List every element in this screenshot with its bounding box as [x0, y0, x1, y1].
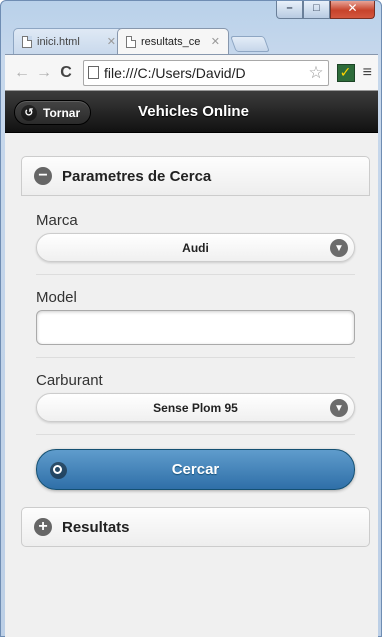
url-text[interactable]: file:///C:/Users/David/D: [104, 65, 306, 81]
marca-label: Marca: [36, 212, 78, 229]
chevron-down-icon: ▼: [330, 399, 348, 417]
page-title: Vehicles Online: [138, 103, 249, 120]
browser-toolbar: ← → C file:///C:/Users/David/D ☆ ≡: [5, 54, 378, 90]
search-collapsible-header[interactable]: − Parametres de Cerca: [21, 156, 370, 196]
tab-close-icon[interactable]: ✕: [107, 35, 116, 48]
search-form: Marca Audi ▼ Model Carburant Sense Plom …: [21, 196, 370, 490]
results-collapsible-title: Resultats: [62, 518, 130, 536]
chevron-down-icon: ▼: [330, 239, 348, 257]
search-button[interactable]: Cercar: [36, 449, 355, 490]
divider: [36, 434, 355, 435]
minimize-button[interactable]: –: [276, 1, 303, 19]
menu-icon[interactable]: ≡: [363, 64, 372, 82]
carburant-select-value: Sense Plom 95: [153, 400, 238, 415]
document-icon: [126, 35, 136, 48]
app-header: ↺ Tornar Vehicles Online: [5, 91, 378, 133]
tab-close-icon[interactable]: ✕: [211, 35, 220, 48]
document-icon: [22, 35, 32, 48]
tab-strip: inici.html ✕ resultats_ce ✕: [13, 26, 270, 54]
extension-icon[interactable]: [336, 63, 355, 82]
plus-icon: +: [34, 518, 52, 536]
results-collapsible-header[interactable]: + Resultats: [21, 507, 370, 547]
tab-title: inici.html: [37, 35, 80, 48]
bookmark-star-icon[interactable]: ☆: [308, 63, 323, 83]
tab-title: resultats_ce: [141, 35, 201, 48]
search-collapsible: − Parametres de Cerca Marca Audi ▼ Model…: [21, 156, 370, 490]
maximize-button[interactable]: □: [303, 1, 330, 19]
forward-arrow-icon[interactable]: →: [33, 64, 55, 82]
marca-select[interactable]: Audi ▼: [36, 233, 355, 262]
divider: [36, 357, 355, 358]
marca-select-value: Audi: [182, 240, 209, 255]
page-icon: [88, 66, 99, 79]
window-controls: – □ ✕: [276, 1, 375, 19]
back-arrow-icon[interactable]: ←: [11, 64, 33, 82]
close-window-button[interactable]: ✕: [330, 1, 375, 19]
carburant-select[interactable]: Sense Plom 95 ▼: [36, 393, 355, 422]
model-label: Model: [36, 289, 77, 306]
address-bar[interactable]: file:///C:/Users/David/D ☆: [83, 59, 329, 86]
search-icon: [50, 462, 67, 479]
maximize-icon: □: [313, 2, 320, 14]
search-button-label: Cercar: [171, 461, 220, 478]
browser-window: – □ ✕ inici.html ✕ resultats_ce ✕ ← → C …: [0, 0, 382, 637]
reload-icon[interactable]: C: [55, 64, 77, 82]
tab-resultats[interactable]: resultats_ce ✕: [117, 28, 229, 54]
results-collapsible: + Resultats: [21, 507, 370, 547]
page-content: ↺ Tornar Vehicles Online − Parametres de…: [5, 90, 378, 637]
search-collapsible-title: Parametres de Cerca: [62, 167, 212, 185]
close-icon: ✕: [347, 1, 358, 15]
minimize-icon: –: [286, 2, 293, 14]
minus-icon: −: [34, 167, 52, 185]
new-tab-button[interactable]: [230, 36, 270, 52]
carburant-label: Carburant: [36, 372, 103, 389]
tab-inici[interactable]: inici.html ✕: [13, 28, 125, 54]
divider: [36, 274, 355, 275]
model-input[interactable]: [36, 310, 355, 345]
